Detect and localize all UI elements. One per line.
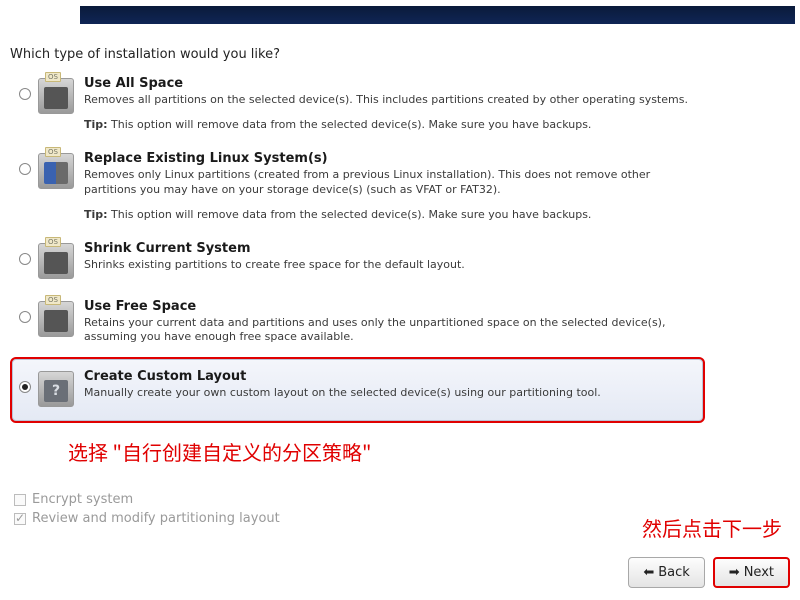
option-replace-existing[interactable]: OS Replace Existing Linux System(s) Remo…: [10, 143, 705, 231]
storage-free-icon: OS: [38, 301, 74, 337]
option-tip: Tip: This option will remove data from t…: [84, 208, 699, 221]
button-bar: ⬅ Back ➡ Next: [628, 557, 790, 588]
option-description: Shrinks existing partitions to create fr…: [84, 258, 699, 273]
option-title: Replace Existing Linux System(s): [84, 151, 699, 166]
radio-use-free-space[interactable]: [19, 311, 31, 323]
storage-split-icon: OS: [38, 153, 74, 189]
option-title: Create Custom Layout: [84, 369, 699, 384]
storage-full-icon: OS: [38, 78, 74, 114]
encrypt-system-row: Encrypt system: [14, 492, 280, 507]
header-band: [80, 6, 795, 24]
review-layout-row: Review and modify partitioning layout: [14, 511, 280, 526]
back-button[interactable]: ⬅ Back: [628, 557, 704, 588]
option-title: Use All Space: [84, 76, 699, 91]
radio-shrink-current[interactable]: [19, 253, 31, 265]
encrypt-system-label: Encrypt system: [32, 492, 133, 507]
option-description: Manually create your own custom layout o…: [84, 386, 699, 401]
option-use-free-space[interactable]: OS Use Free Space Retains your current d…: [10, 291, 705, 356]
radio-use-all-space[interactable]: [19, 88, 31, 100]
option-use-all-space[interactable]: OS Use All Space Removes all partitions …: [10, 68, 705, 141]
option-description: Removes only Linux partitions (created f…: [84, 168, 699, 198]
back-button-label: Back: [658, 565, 690, 580]
installation-options: OS Use All Space Removes all partitions …: [10, 68, 705, 425]
annotation-select-custom: 选择 "自行创建自定义的分区策略": [68, 437, 371, 466]
installation-type-prompt: Which type of installation would you lik…: [10, 47, 280, 62]
arrow-left-icon: ⬅: [643, 566, 654, 579]
option-shrink-current[interactable]: OS Shrink Current System Shrinks existin…: [10, 233, 705, 289]
storage-shrink-icon: OS: [38, 243, 74, 279]
radio-replace-existing[interactable]: [19, 163, 31, 175]
annotation-click-next: 然后点击下一步: [642, 513, 782, 542]
next-button-label: Next: [744, 565, 774, 580]
option-title: Use Free Space: [84, 299, 699, 314]
extra-options: Encrypt system Review and modify partiti…: [14, 492, 280, 530]
option-tip: Tip: This option will remove data from t…: [84, 118, 699, 131]
next-button[interactable]: ➡ Next: [713, 557, 790, 588]
option-custom-layout[interactable]: ? Create Custom Layout Manually create y…: [10, 357, 705, 423]
storage-custom-icon: ?: [38, 371, 74, 407]
review-layout-checkbox: [14, 513, 26, 525]
arrow-right-icon: ➡: [729, 566, 740, 579]
radio-custom-layout[interactable]: [19, 381, 31, 393]
review-layout-label: Review and modify partitioning layout: [32, 511, 280, 526]
option-description: Removes all partitions on the selected d…: [84, 93, 699, 108]
option-title: Shrink Current System: [84, 241, 699, 256]
option-description: Retains your current data and partitions…: [84, 316, 699, 346]
encrypt-system-checkbox: [14, 494, 26, 506]
